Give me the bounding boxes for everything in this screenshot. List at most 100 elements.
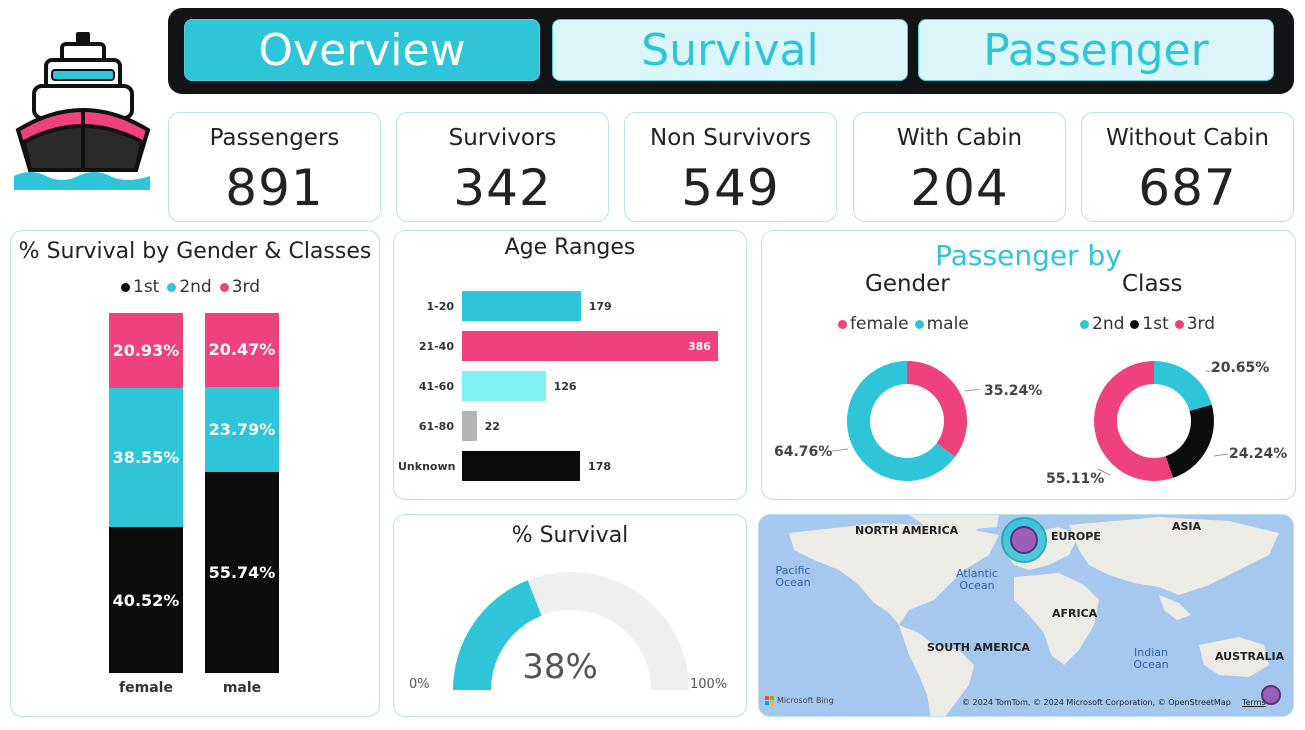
leader-line bbox=[1213, 453, 1229, 457]
data-label: 20.47% bbox=[208, 340, 276, 360]
data-label: 23.79% bbox=[208, 420, 276, 439]
bar-segment-3rd-male[interactable]: 20.47% bbox=[205, 313, 279, 387]
data-label: 126 bbox=[553, 380, 577, 393]
age-bar[interactable] bbox=[462, 371, 546, 401]
legend-dot bbox=[219, 282, 229, 292]
legend-item[interactable]: 3rd bbox=[1174, 314, 1215, 334]
data-label: 55.74% bbox=[208, 563, 276, 583]
tab-survival[interactable]: Survival bbox=[552, 19, 908, 81]
donut-slice-2nd[interactable] bbox=[1154, 361, 1212, 412]
nav-bar: Overview Survival Passenger bbox=[168, 8, 1294, 94]
kpi-label: Non Survivors bbox=[650, 125, 811, 151]
map-label-north-america: NORTH AMERICA bbox=[855, 524, 959, 537]
donut-slice-1st[interactable] bbox=[1165, 404, 1214, 478]
legend-item[interactable]: 1st bbox=[1130, 314, 1169, 334]
gauge-min: 0% bbox=[409, 677, 430, 692]
kpi-with-cabin: With Cabin 204 bbox=[853, 112, 1066, 222]
y-tick-label: Unknown bbox=[398, 460, 456, 473]
survival-gauge-card[interactable]: % Survival 38% 0% 100% bbox=[393, 514, 747, 717]
bar-segment-3rd-female[interactable]: 20.93% bbox=[109, 313, 183, 389]
gender-legend: female male bbox=[838, 314, 969, 334]
gauge-value: 38% bbox=[522, 647, 598, 687]
map-label-south-america: SOUTH AMERICA bbox=[927, 641, 1030, 654]
data-label: 38.55% bbox=[112, 448, 180, 468]
legend-dot bbox=[914, 319, 924, 329]
x-tick-label: male bbox=[222, 680, 262, 696]
ship-logo bbox=[10, 30, 156, 195]
survival-gender-class-chart[interactable]: % Survival by Gender & Classes 1st 2nd 3… bbox=[10, 230, 380, 717]
y-tick-label: 1-20 bbox=[426, 300, 454, 313]
age-bar[interactable] bbox=[462, 411, 477, 441]
kpi-value: 204 bbox=[910, 159, 1009, 217]
chart-legend: 1st 2nd 3rd bbox=[121, 277, 260, 297]
kpi-without-cabin: Without Cabin 687 bbox=[1081, 112, 1294, 222]
kpi-non-survivors: Non Survivors 549 bbox=[624, 112, 837, 222]
legend-dot bbox=[121, 282, 130, 292]
legend-item[interactable]: 1st bbox=[121, 277, 159, 297]
gauge-max: 100% bbox=[690, 677, 728, 692]
gender-female-label: 35.24% bbox=[984, 383, 1043, 399]
class-1st-label: 24.24% bbox=[1229, 446, 1288, 462]
legend-item[interactable]: 2nd bbox=[1080, 314, 1124, 334]
map-bubble-europe-inner[interactable] bbox=[1010, 526, 1038, 554]
class-legend: 2nd 1st 3rd bbox=[1080, 314, 1215, 334]
map-ocean-pacific: Pacific Ocean bbox=[775, 564, 811, 589]
map-label-asia: ASIA bbox=[1172, 520, 1202, 533]
legend-item[interactable]: female bbox=[838, 314, 909, 334]
microsoft-logo-icon bbox=[765, 696, 774, 705]
class-2nd-label: 20.65% bbox=[1211, 360, 1270, 376]
kpi-label: Survivors bbox=[448, 125, 557, 151]
chart-title: % Survival by Gender & Classes bbox=[18, 239, 372, 264]
kpi-label: Without Cabin bbox=[1106, 125, 1269, 151]
data-label: 40.52% bbox=[112, 590, 180, 610]
bar-segment-1st-female[interactable]: 40.52% bbox=[109, 527, 183, 673]
data-label: 178 bbox=[588, 460, 612, 473]
donut-slice-female[interactable] bbox=[907, 361, 967, 457]
legend-label: 2nd bbox=[179, 277, 212, 297]
bar-segment-2nd-female[interactable]: 38.55% bbox=[109, 388, 183, 528]
legend-label: male bbox=[926, 314, 969, 334]
chart-title: Age Ranges bbox=[504, 235, 636, 260]
map-ocean-atlantic: Atlantic Ocean bbox=[956, 567, 998, 592]
passenger-by-card: Passenger by Gender Class female male 2n… bbox=[761, 230, 1296, 500]
legend-dot bbox=[838, 319, 847, 329]
kpi-label: With Cabin bbox=[896, 125, 1023, 151]
class-subtitle: Class bbox=[1122, 271, 1183, 297]
data-label: 22 bbox=[484, 420, 500, 433]
map-attribution[interactable]: © 2024 TomTom, © 2024 Microsoft Corporat… bbox=[962, 698, 1231, 707]
gender-male-label: 64.76% bbox=[774, 444, 833, 460]
x-tick-label: female bbox=[119, 680, 173, 696]
legend-dot bbox=[1174, 319, 1184, 329]
bar-segment-2nd-male[interactable]: 23.79% bbox=[205, 386, 279, 473]
age-bar[interactable] bbox=[462, 331, 718, 361]
y-tick-label: 21-40 bbox=[418, 340, 454, 353]
kpi-value: 342 bbox=[453, 159, 552, 217]
y-tick-label: 41-60 bbox=[418, 380, 454, 393]
tab-passenger[interactable]: Passenger bbox=[918, 19, 1274, 81]
gender-subtitle: Gender bbox=[865, 271, 950, 297]
age-bar[interactable] bbox=[462, 451, 581, 481]
chart-title: Passenger by bbox=[935, 239, 1122, 272]
bar-segment-1st-male[interactable]: 55.74% bbox=[205, 472, 279, 673]
class-donut bbox=[1094, 361, 1214, 481]
kpi-label: Passengers bbox=[209, 125, 340, 151]
world-map[interactable]: NORTH AMERICA EUROPE ASIA AFRICA SOUTH A… bbox=[758, 514, 1294, 717]
legend-dot bbox=[167, 282, 177, 292]
legend-label: 1st bbox=[1142, 314, 1169, 334]
legend-item[interactable]: 2nd bbox=[167, 277, 212, 297]
legend-label: female bbox=[850, 314, 909, 334]
age-bar[interactable] bbox=[462, 291, 581, 321]
kpi-survivors: Survivors 342 bbox=[396, 112, 609, 222]
age-ranges-chart[interactable]: Age Ranges 1-20 179 21-40 386 41-60 126 61-80 2… bbox=[393, 230, 747, 500]
legend-item[interactable]: 3rd bbox=[219, 277, 260, 297]
tab-overview[interactable]: Overview bbox=[184, 19, 540, 81]
legend-item[interactable]: male bbox=[914, 314, 969, 334]
map-terms-link[interactable]: Terms bbox=[1242, 698, 1266, 707]
kpi-value: 687 bbox=[1138, 159, 1237, 217]
class-3rd-label: 55.11% bbox=[1046, 471, 1105, 487]
map-label-europe: EUROPE bbox=[1051, 530, 1101, 543]
legend-label: 1st bbox=[133, 277, 160, 297]
data-label: 386 bbox=[688, 340, 711, 353]
leader-line bbox=[964, 388, 981, 392]
map-brand-text: Microsoft Bing bbox=[777, 696, 834, 705]
